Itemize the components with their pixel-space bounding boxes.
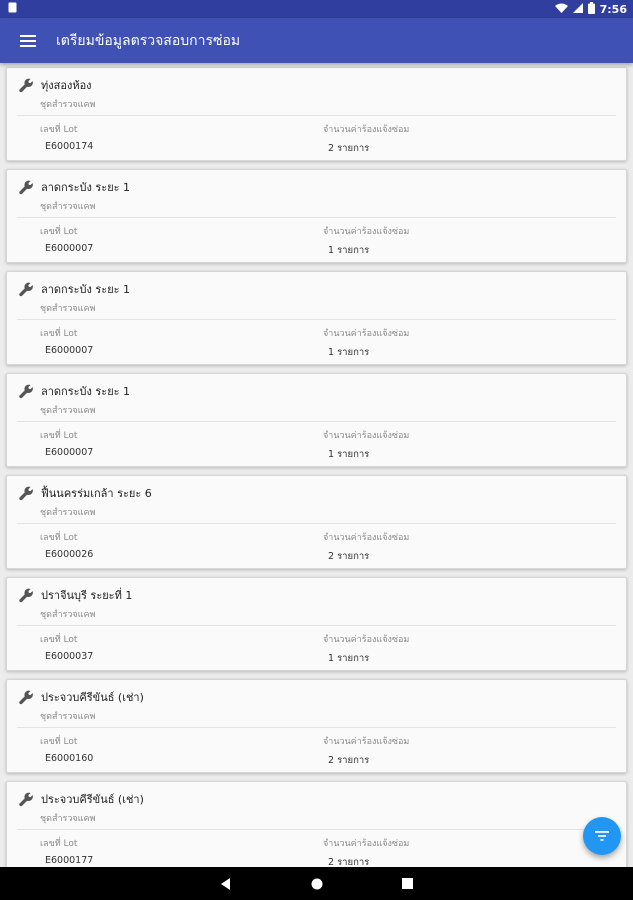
lot-number: E6000160 [45,753,94,764]
list-item[interactable]: ลาดกระบัง ระยะ 1 ชุดสำรวจแคพ เลขที่ Lot … [6,271,627,365]
wrench-icon [19,78,33,92]
home-icon[interactable] [271,867,362,900]
card-title: ลาดกระบัง ระยะ 1 [41,283,131,296]
lot-number: E6000007 [45,447,94,458]
list-item[interactable]: ลาดกระบัง ระยะ 1 ชุดสำรวจแคพ เลขที่ Lot … [6,373,627,467]
wrench-icon [19,588,33,602]
list-item[interactable]: ประจวบคีรีขันธ์ (เช่า) ชุดสำรวจแคพ เลขที… [6,679,627,773]
lot-label: เลขที่ Lot [40,737,78,747]
signal-icon [572,2,583,16]
repair-count-label: จำนวนค่าร้องแจ้งซ่อม [323,737,410,747]
filter-icon [595,831,609,841]
app-toolbar: เตรียมข้อมูลตรวจสอบการซ่อม [0,18,633,63]
card-title: ฟื้นนครร่มเกล้า ระยะ 6 [41,487,152,500]
divider [17,829,616,830]
repair-count-label: จำนวนค่าร้องแจ้งซ่อม [323,635,410,645]
notification-icon [8,2,17,16]
divider [17,319,616,320]
recents-icon[interactable] [362,867,453,900]
lot-label: เลขที่ Lot [40,839,78,849]
status-time: 7:56 [599,2,627,16]
lot-label: เลขที่ Lot [40,635,78,645]
card-subtitle: ชุดสำรวจแคพ [40,814,96,824]
card-title: ปราจีนบุรี ระยะที่ 1 [41,589,133,602]
list-item[interactable]: ทุ่งสองห้อง ชุดสำรวจแคพ เลขที่ Lot E6000… [6,67,627,161]
hamburger-menu-icon[interactable] [0,18,56,63]
divider [17,115,616,116]
card-subtitle: ชุดสำรวจแคพ [40,610,96,620]
filter-button[interactable] [583,817,621,855]
lot-label: เลขที่ Lot [40,125,78,135]
card-title: ทุ่งสองห้อง [41,79,92,92]
back-icon[interactable] [180,867,271,900]
list-item[interactable]: ลาดกระบัง ระยะ 1 ชุดสำรวจแคพ เลขที่ Lot … [6,169,627,263]
card-title: ประจวบคีรีขันธ์ (เช่า) [41,691,144,704]
card-subtitle: ชุดสำรวจแคพ [40,508,96,518]
wrench-icon [19,282,33,296]
repair-count: 1 รายการ [328,449,370,460]
repair-count: 1 รายการ [328,347,370,358]
repair-count: 2 รายการ [328,143,370,154]
divider [17,217,616,218]
status-bar: 7:56 [0,0,633,18]
divider [17,727,616,728]
navigation-bar [0,867,633,900]
divider [17,421,616,422]
list-item[interactable]: ประจวบคีรีขันธ์ (เช่า) ชุดสำรวจแคพ เลขที… [6,781,627,867]
divider [17,523,616,524]
repair-count-label: จำนวนค่าร้องแจ้งซ่อม [323,329,410,339]
wrench-icon [19,384,33,398]
repair-count: 2 รายการ [328,857,370,867]
lot-label: เลขที่ Lot [40,431,78,441]
lot-number: E6000007 [45,345,94,356]
card-subtitle: ชุดสำรวจแคพ [40,406,96,416]
card-title: ประจวบคีรีขันธ์ (เช่า) [41,793,144,806]
card-subtitle: ชุดสำรวจแคพ [40,304,96,314]
battery-icon [587,1,595,17]
repair-count-label: จำนวนค่าร้องแจ้งซ่อม [323,533,410,543]
repair-count-label: จำนวนค่าร้องแจ้งซ่อม [323,227,410,237]
lot-number: E6000174 [45,141,94,152]
lot-number: E6000177 [45,855,94,866]
card-subtitle: ชุดสำรวจแคพ [40,202,96,212]
card-title: ลาดกระบัง ระยะ 1 [41,385,131,398]
lot-label: เลขที่ Lot [40,329,78,339]
card-subtitle: ชุดสำรวจแคพ [40,100,96,110]
repair-count-label: จำนวนค่าร้องแจ้งซ่อม [323,839,410,849]
repair-count-label: จำนวนค่าร้องแจ้งซ่อม [323,125,410,135]
repair-count: 2 รายการ [328,755,370,766]
repair-lot-list: ทุ่งสองห้อง ชุดสำรวจแคพ เลขที่ Lot E6000… [0,63,633,867]
repair-count-label: จำนวนค่าร้องแจ้งซ่อม [323,431,410,441]
repair-count: 1 รายการ [328,245,370,256]
card-subtitle: ชุดสำรวจแคพ [40,712,96,722]
repair-count: 2 รายการ [328,551,370,562]
lot-number: E6000007 [45,243,94,254]
wrench-icon [19,180,33,194]
wrench-icon [19,690,33,704]
repair-count: 1 รายการ [328,653,370,664]
wifi-icon [554,3,568,16]
wrench-icon [19,486,33,500]
card-title: ลาดกระบัง ระยะ 1 [41,181,131,194]
list-item[interactable]: ปราจีนบุรี ระยะที่ 1 ชุดสำรวจแคพ เลขที่ … [6,577,627,671]
lot-number: E6000037 [45,651,94,662]
divider [17,625,616,626]
wrench-icon [19,792,33,806]
list-item[interactable]: ฟื้นนครร่มเกล้า ระยะ 6 ชุดสำรวจแคพ เลขที… [6,475,627,569]
lot-label: เลขที่ Lot [40,227,78,237]
lot-label: เลขที่ Lot [40,533,78,543]
lot-number: E6000026 [45,549,94,560]
page-title: เตรียมข้อมูลตรวจสอบการซ่อม [56,32,241,49]
